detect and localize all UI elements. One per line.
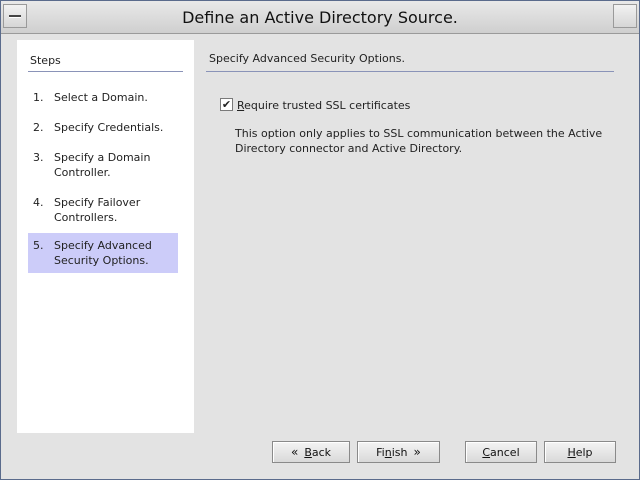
back-label: Back <box>304 445 332 459</box>
step-number: 3. <box>33 151 44 164</box>
step-number: 5. <box>33 239 44 252</box>
steps-heading: Steps <box>30 54 61 67</box>
back-arrow-icon: « <box>290 445 299 459</box>
step-specify-failover-controllers: 4. Specify Failover Controllers. <box>28 193 178 228</box>
forward-arrow-icon: » <box>413 445 421 459</box>
content-divider <box>206 71 614 72</box>
help-label: Help <box>567 445 593 459</box>
step-select-domain: 1. Select a Domain. <box>28 88 178 108</box>
ssl-help-text: This option only applies to SSL communic… <box>235 127 603 155</box>
step-specify-domain-controller: 3. Specify a Domain Controller. <box>28 148 178 183</box>
finish-button[interactable]: Finish » <box>357 441 440 463</box>
label-text: equire trusted SSL certificates <box>244 99 411 112</box>
cancel-label: Cancel <box>482 445 520 459</box>
title-bar: Define an Active Directory Source. <box>1 1 639 34</box>
step-label: Specify Failover Controllers. <box>54 196 141 224</box>
back-button[interactable]: « Back <box>272 441 350 463</box>
step-label: Specify Credentials. <box>54 121 164 134</box>
step-number: 4. <box>33 196 44 209</box>
step-specify-credentials: 2. Specify Credentials. <box>28 118 178 138</box>
help-button[interactable]: Help <box>544 441 616 463</box>
step-label: Select a Domain. <box>54 91 148 104</box>
wizard-window: Define an Active Directory Source. Steps… <box>0 0 640 480</box>
step-label: Specify a Domain Controller. <box>54 151 151 179</box>
require-trusted-ssl-label[interactable]: Require trusted SSL certificates <box>237 99 410 112</box>
steps-panel: Steps 1. Select a Domain. 2. Specify Cre… <box>17 40 194 433</box>
finish-label: Finish <box>376 445 408 459</box>
window-resize-button[interactable] <box>613 4 637 28</box>
window-title: Define an Active Directory Source. <box>182 8 458 27</box>
step-advanced-security-options: 5. Specify Advanced Security Options. <box>28 233 178 273</box>
page-title: Specify Advanced Security Options. <box>209 52 405 65</box>
step-label: Specify Advanced Security Options. <box>54 239 152 267</box>
step-number: 1. <box>33 91 44 104</box>
step-number: 2. <box>33 121 44 134</box>
require-trusted-ssl-checkbox[interactable]: ✔ <box>220 98 233 111</box>
steps-divider <box>28 71 183 72</box>
cancel-button[interactable]: Cancel <box>465 441 537 463</box>
